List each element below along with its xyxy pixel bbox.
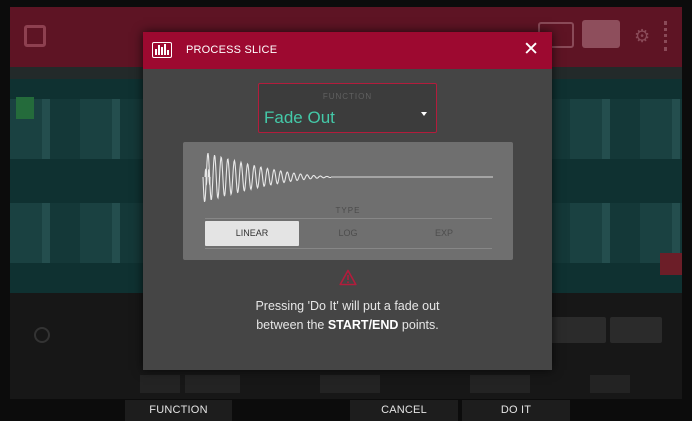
fade-preview-panel: TYPE LINEAR LOG EXP bbox=[183, 142, 513, 260]
background-gear-icon: ⚙ bbox=[634, 26, 651, 46]
type-exp-button[interactable]: EXP bbox=[397, 221, 491, 246]
background-more-icon bbox=[664, 21, 672, 51]
warning-message: Pressing 'Do It' will put a fade out bet… bbox=[143, 297, 552, 335]
dialog-title: PROCESS SLICE bbox=[186, 44, 278, 56]
function-softkey[interactable]: FUNCTION bbox=[125, 400, 232, 421]
dropdown-arrow-icon bbox=[421, 112, 427, 116]
function-value: Fade Out bbox=[264, 108, 335, 127]
type-label: TYPE bbox=[335, 206, 361, 215]
close-icon[interactable]: ✕ bbox=[523, 39, 539, 61]
background-end-marker bbox=[660, 253, 682, 275]
start-end-emphasis: START/END bbox=[327, 318, 399, 332]
background-start-marker bbox=[16, 97, 34, 119]
dialog-header: PROCESS SLICE ✕ bbox=[143, 32, 552, 69]
background-field bbox=[470, 375, 530, 393]
type-linear-button[interactable]: LINEAR bbox=[205, 221, 299, 246]
background-field bbox=[185, 375, 240, 393]
do-it-button[interactable]: DO IT bbox=[462, 400, 570, 421]
warning-triangle-icon bbox=[339, 269, 357, 286]
fade-waveform-preview bbox=[202, 152, 493, 202]
process-slice-dialog: PROCESS SLICE ✕ FUNCTION Fade Out TYPE L… bbox=[143, 32, 552, 370]
background-button bbox=[610, 317, 662, 343]
waveform-slice-icon bbox=[152, 42, 172, 58]
background-field bbox=[590, 375, 630, 393]
function-select[interactable]: FUNCTION Fade Out bbox=[258, 83, 437, 133]
background-back-icon bbox=[24, 25, 46, 47]
background-field bbox=[320, 375, 380, 393]
background-button bbox=[550, 317, 606, 343]
cancel-button[interactable]: CANCEL bbox=[350, 400, 458, 421]
background-field bbox=[140, 375, 180, 393]
background-knob bbox=[34, 327, 50, 343]
warning-message-line1: Pressing 'Do It' will put a fade out bbox=[255, 299, 440, 313]
type-log-button[interactable]: LOG bbox=[301, 221, 395, 246]
background-zoom-icon bbox=[582, 20, 620, 48]
warning-message-line2: between the START/END points. bbox=[256, 318, 439, 332]
function-label: FUNCTION bbox=[322, 92, 373, 101]
